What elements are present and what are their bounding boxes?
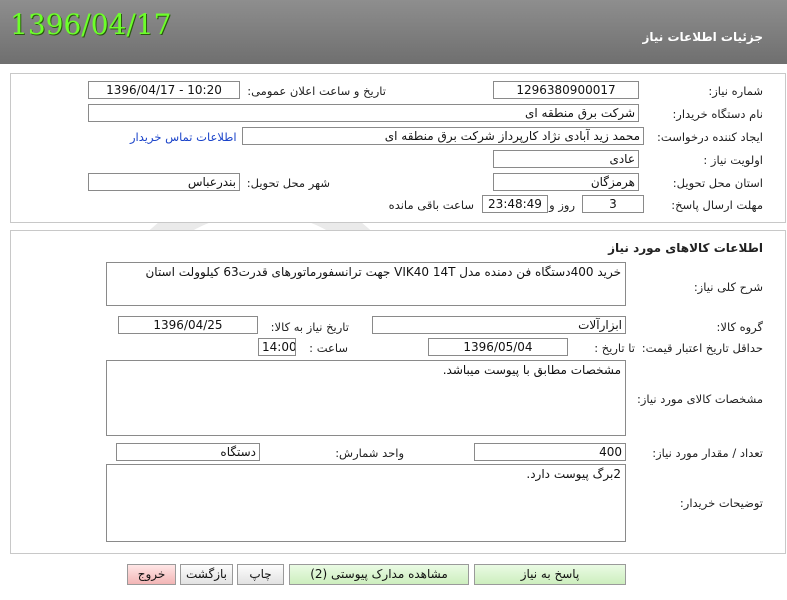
deadline-label: مهلت ارسال پاسخ: [671, 198, 763, 212]
buyer-notes-label: توضیحات خریدار: [679, 496, 763, 510]
buyer-notes-field: 2برگ پیوست دارد. [106, 464, 626, 542]
priority-field: عادی [493, 150, 639, 168]
contact-buyer-link[interactable]: اطلاعات تماس خریدار [130, 130, 237, 144]
reply-button[interactable]: پاسخ به نیاز [474, 564, 626, 585]
unit-field: دستگاه [116, 443, 260, 461]
specs-label: مشخصات کالای مورد نیاز: [636, 392, 763, 406]
announce-field: 1396/04/17 - 10:20 [88, 81, 240, 99]
creator-field: محمد زید آبادی نژاد کارپرداز شرکت برق من… [242, 127, 644, 145]
summary-label: شرح کلی نیاز: [693, 280, 763, 294]
need-number-field: 1296380900017 [493, 81, 639, 99]
goods-section-title: اطلاعات کالاهای مورد نیاز [608, 241, 763, 255]
summary-field: خرید 400دستگاه فن دمنده مدل VIK40 14T جه… [106, 262, 626, 306]
province-label: استان محل تحویل: [672, 176, 763, 190]
qty-field: 400 [474, 443, 626, 461]
page-title: جزئیات اطلاعات نیاز [642, 30, 763, 44]
min-validity-label: حداقل تاریخ اعتبار قیمت: [641, 341, 763, 355]
days-suffix: روز و [549, 198, 575, 212]
time-left-suffix: ساعت باقی مانده [388, 198, 474, 212]
time-left-field: 23:48:49 [482, 195, 548, 213]
province-field: هرمزگان [493, 173, 639, 191]
print-button[interactable]: چاپ [237, 564, 284, 585]
city-field: بندرعباس [88, 173, 240, 191]
group-field: ابزارآلات [372, 316, 626, 334]
qty-label: تعداد / مقدار مورد نیاز: [652, 446, 763, 460]
time-label: ساعت : [309, 341, 348, 355]
back-button[interactable]: بازگشت [180, 564, 233, 585]
need-number-label: شماره نیاز: [708, 84, 763, 98]
city-label: شهر محل تحویل: [246, 176, 330, 190]
announce-label: تاریخ و ساعت اعلان عمومی: [247, 84, 386, 98]
exit-button[interactable]: خروج [127, 564, 176, 585]
need-date-field: 1396/04/25 [118, 316, 258, 334]
days-field: 3 [582, 195, 644, 213]
time-field: 14:00 [258, 338, 296, 356]
until-date-field: 1396/05/04 [428, 338, 568, 356]
specs-field: مشخصات مطابق با پیوست میباشد. [106, 360, 626, 436]
attachments-button[interactable]: مشاهده مدارک پیوستی (2) [289, 564, 469, 585]
unit-label: واحد شمارش: [335, 446, 404, 460]
buyer-field: شرکت برق منطقه ای [88, 104, 639, 122]
buyer-label: نام دستگاه خریدار: [672, 107, 763, 121]
header-date: 1396/04/17 [10, 8, 172, 41]
need-date-label: تاریخ نیاز به کالا: [270, 320, 349, 334]
until-date-label: تا تاریخ : [594, 341, 635, 355]
creator-label: ایجاد کننده درخواست: [657, 130, 763, 144]
priority-label: اولویت نیاز : [703, 153, 763, 167]
group-label: گروه کالا: [716, 320, 763, 334]
